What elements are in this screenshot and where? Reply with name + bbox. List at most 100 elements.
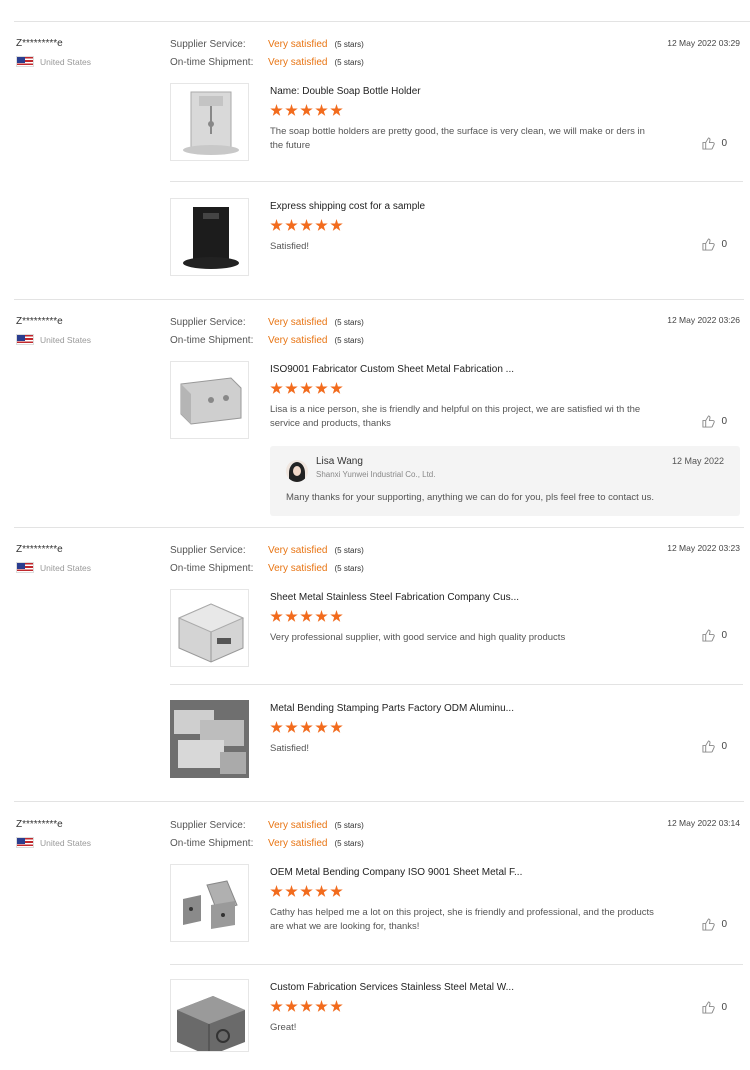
review-divider (14, 527, 744, 528)
like-button[interactable]: 0 (702, 740, 727, 753)
star-icon (300, 219, 313, 231)
product-star-rating (270, 1000, 343, 1013)
product-thumbnail[interactable] (170, 198, 249, 276)
like-button[interactable]: 0 (702, 137, 727, 150)
us-flag-icon (16, 56, 34, 67)
reply-author: Lisa Wang (316, 456, 363, 467)
shipment-rating: On-time Shipment: Very satisfied (5 stars) (170, 56, 364, 68)
steel-box-image (177, 603, 245, 663)
thumbs-up-icon (702, 238, 716, 251)
review-text: Satisfied! (270, 743, 310, 754)
star-icon (300, 104, 313, 116)
star-icon (285, 104, 298, 116)
like-button[interactable]: 0 (702, 918, 727, 931)
us-flag-icon (16, 334, 34, 345)
like-count: 0 (721, 1002, 727, 1013)
brackets-image (183, 880, 238, 929)
star-icon (315, 104, 328, 116)
review-divider (14, 801, 744, 802)
star-icon (285, 219, 298, 231)
thumbs-up-icon (702, 415, 716, 428)
shipment-rating: On-time Shipment: Very satisfied (5 stars) (170, 837, 364, 849)
reviewer-country: United States (16, 562, 91, 573)
item-divider (170, 181, 743, 182)
reply-text: Many thanks for your supporting, anythin… (286, 492, 655, 503)
stacked-parts-image (170, 700, 249, 778)
star-icon (315, 610, 328, 622)
us-flag-icon (16, 562, 34, 573)
product-thumbnail[interactable] (170, 864, 249, 942)
thumbs-up-icon (702, 629, 716, 642)
like-count: 0 (721, 138, 727, 149)
thumbs-up-icon (702, 918, 716, 931)
star-icon (270, 610, 283, 622)
supplier-service-rating: Supplier Service: Very satisfied (5 stars) (170, 544, 364, 556)
product-thumbnail[interactable] (170, 589, 249, 667)
like-count: 0 (721, 416, 727, 427)
product-title[interactable]: Sheet Metal Stainless Steel Fabrication … (270, 592, 519, 603)
supplier-reply: Lisa Wang Shanxi Yunwei Industrial Co., … (270, 446, 740, 516)
product-thumbnail[interactable] (170, 83, 249, 161)
bent-sheet-image (180, 377, 242, 425)
star-icon (330, 219, 343, 231)
reviewer-country: United States (16, 56, 91, 67)
shipment-rating: On-time Shipment: Very satisfied (5 stars) (170, 562, 364, 574)
review-text: Great! (270, 1022, 297, 1033)
thumbs-up-icon (702, 137, 716, 150)
star-icon (285, 1000, 298, 1012)
review-text: Satisfied! (270, 241, 310, 252)
product-title[interactable]: ISO9001 Fabricator Custom Sheet Metal Fa… (270, 364, 514, 375)
top-divider (14, 21, 750, 22)
us-flag-icon (16, 837, 34, 848)
star-icon (330, 885, 343, 897)
star-icon (330, 382, 343, 394)
product-thumbnail[interactable] (170, 361, 249, 439)
product-title[interactable]: Name: Double Soap Bottle Holder (270, 86, 421, 97)
like-button[interactable]: 0 (702, 629, 727, 642)
thumbs-up-icon (702, 740, 716, 753)
star-icon (300, 721, 313, 733)
like-button[interactable]: 0 (702, 415, 727, 428)
reviewer-name: Z*********e (16, 544, 63, 555)
reply-company: Shanxi Yunwei Industrial Co., Ltd. (316, 470, 436, 479)
star-icon (330, 721, 343, 733)
star-icon (315, 885, 328, 897)
star-icon (285, 382, 298, 394)
like-button[interactable]: 0 (702, 238, 727, 251)
reviewer-name: Z*********e (16, 38, 63, 49)
product-thumbnail[interactable] (170, 700, 249, 778)
silver-bracket-image (183, 91, 239, 155)
black-bracket-image (183, 207, 239, 269)
product-star-rating (270, 219, 343, 232)
product-title[interactable]: Express shipping cost for a sample (270, 201, 425, 212)
star-icon (315, 382, 328, 394)
item-divider (170, 684, 743, 685)
star-icon (285, 721, 298, 733)
star-icon (315, 219, 328, 231)
reviewer-country: United States (16, 334, 91, 345)
product-thumbnail[interactable] (170, 979, 249, 1052)
star-icon (330, 610, 343, 622)
reviewer-name: Z*********e (16, 316, 63, 327)
review-date: 12 May 2022 03:29 (667, 38, 740, 48)
like-button[interactable]: 0 (702, 1001, 727, 1014)
product-title[interactable]: Custom Fabrication Services Stainless St… (270, 982, 514, 993)
star-icon (300, 382, 313, 394)
star-icon (270, 1000, 283, 1012)
review-date: 12 May 2022 03:23 (667, 543, 740, 553)
item-divider (170, 964, 743, 965)
product-star-rating (270, 721, 343, 734)
star-icon (270, 219, 283, 231)
product-title[interactable]: Metal Bending Stamping Parts Factory ODM… (270, 703, 514, 714)
star-icon (300, 610, 313, 622)
review-date: 12 May 2022 03:26 (667, 315, 740, 325)
supplier-service-rating: Supplier Service: Very satisfied (5 stars) (170, 38, 364, 50)
reviewer-name: Z*********e (16, 819, 63, 830)
reply-date: 12 May 2022 (671, 456, 724, 466)
product-title[interactable]: OEM Metal Bending Company ISO 9001 Sheet… (270, 867, 522, 878)
product-star-rating (270, 382, 343, 395)
star-icon (270, 382, 283, 394)
review-text: The soap bottle holders are pretty good,… (270, 126, 645, 151)
star-icon (270, 885, 283, 897)
star-icon (270, 104, 283, 116)
